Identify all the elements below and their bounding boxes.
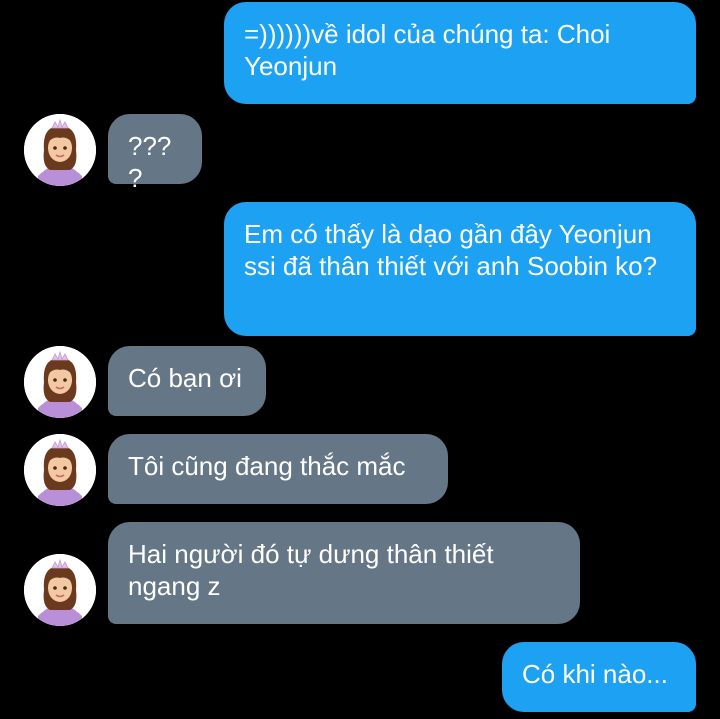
- message-bubble-received[interactable]: Tôi cũng đang thắc mắc: [108, 434, 448, 504]
- princess-avatar-icon[interactable]: [24, 114, 96, 186]
- message-bubble-received[interactable]: ????: [108, 114, 202, 193]
- message-bubble-received[interactable]: Có bạn ơi: [108, 346, 266, 416]
- message-bubble-sent[interactable]: =))))))về idol của chúng ta: Choi Yeonju…: [224, 2, 696, 104]
- princess-avatar-icon[interactable]: [24, 434, 96, 506]
- princess-avatar-icon[interactable]: [24, 346, 96, 418]
- message-bubble-sent[interactable]: Có khi nào...: [502, 642, 696, 712]
- princess-avatar-icon[interactable]: [24, 554, 96, 626]
- message-bubble-received[interactable]: Hai người đó tự dưng thân thiết ngang z: [108, 522, 580, 624]
- message-bubble-sent[interactable]: Em có thấy là dạo gần đây Yeonjun ssi đã…: [224, 202, 696, 336]
